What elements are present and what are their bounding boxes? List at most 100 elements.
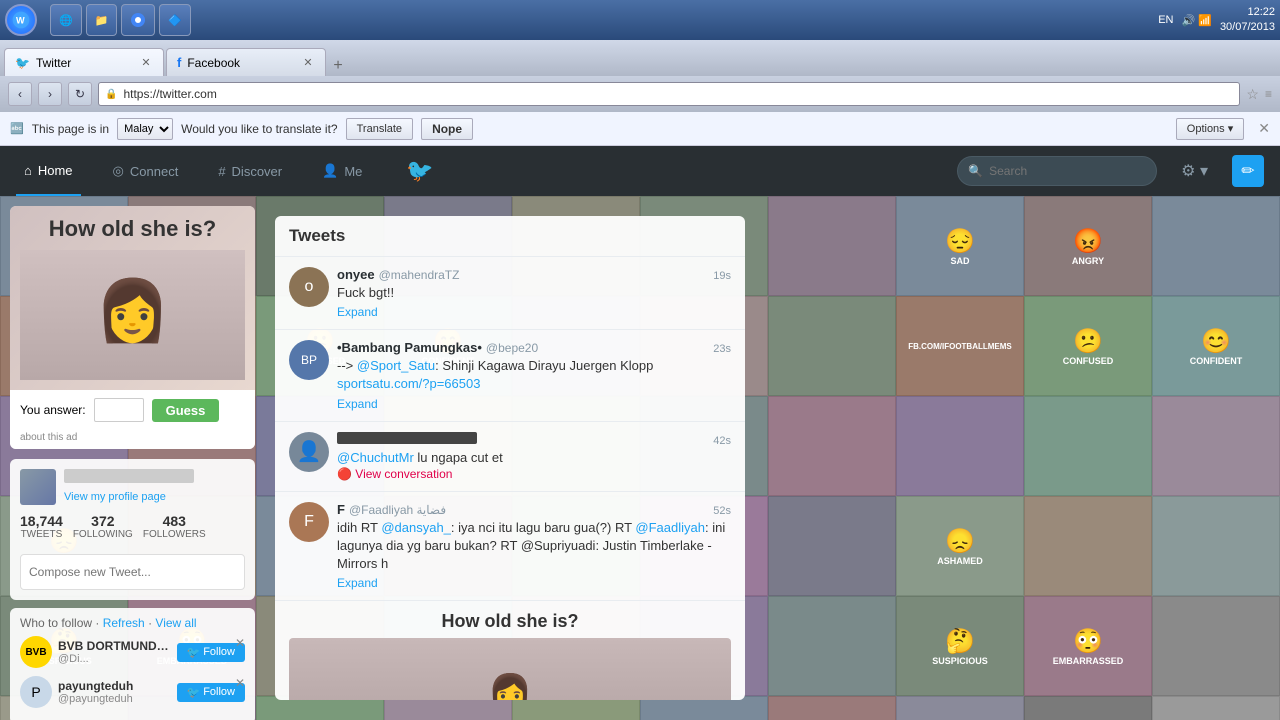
bvb-name: BVB DORTMUND BANDUNG (58, 639, 171, 653)
address-bar[interactable]: 🔒 https://twitter.com (98, 82, 1240, 106)
ad-person-image: 👩 (20, 250, 245, 380)
tweet-2-header: •Bambang Pamungkas• @bepe20 23s (337, 340, 731, 355)
twitter-tab-close[interactable]: ✕ (139, 56, 153, 70)
translate-button[interactable]: Translate (346, 118, 413, 140)
page-layout: How old she is? 👩 You answer: Guess abou… (0, 196, 1280, 720)
forward-button[interactable]: › (38, 82, 62, 106)
refresh-suggestions-link[interactable]: Refresh (103, 616, 145, 630)
settings-icon[interactable]: ≡ (1265, 87, 1272, 101)
guess-button[interactable]: Guess (152, 399, 220, 422)
blurred-avatar: 👤 (289, 432, 329, 472)
nav-me[interactable]: 👤 Me (314, 146, 370, 196)
tweet-item: 👤 42s @ChuchutMr lu ngapa cut et 🔴 View … (275, 422, 745, 492)
refresh-button[interactable]: ↻ (68, 82, 92, 106)
tweet-2-name: •Bambang Pamungkas• (337, 340, 482, 355)
clock-time: 12:22 (1220, 5, 1275, 20)
tweet-2-handle: @bepe20 (486, 341, 538, 355)
follow-bird-icon: 🐦 (187, 646, 201, 659)
bvb-info: BVB DORTMUND BANDUNG @Di... (58, 639, 171, 665)
taskbar-lang[interactable]: EN (1158, 14, 1173, 26)
tab-facebook[interactable]: f Facebook ✕ (166, 48, 326, 76)
taskbar-right: EN 🔊 📶 12:22 30/07/2013 (1158, 5, 1275, 36)
bepe-avatar: BP (289, 340, 329, 380)
options-button[interactable]: Options ▾ (1176, 118, 1245, 140)
sport-satu-mention[interactable]: @Sport_Satu (357, 358, 435, 373)
nav-connect[interactable]: ◎ Connect (105, 146, 187, 196)
view-all-suggestions-link[interactable]: View all (155, 616, 196, 630)
translate-prefix: 🔤 (10, 122, 24, 135)
twitter-bird-logo: 🐦 (406, 158, 433, 184)
tweet-item: o onyee @mahendraTZ 19s Fuck bgt!! Expan… (275, 257, 745, 330)
extra-taskbar-btn[interactable]: 🔷 (159, 4, 191, 36)
nav-discover[interactable]: # Discover (210, 146, 290, 196)
tweet-3-body: 42s @ChuchutMr lu ngapa cut et 🔴 View co… (337, 432, 731, 481)
translate-language-select[interactable]: Malay (117, 118, 173, 140)
translate-prompt: Would you like to translate it? (181, 122, 338, 136)
payung-name: payungteduh (58, 679, 171, 693)
faadliyah-mention[interactable]: @Faadliyah (635, 520, 705, 535)
tweet-2-expand[interactable]: Expand (337, 397, 731, 411)
bookmark-star-icon[interactable]: ☆ (1246, 86, 1259, 103)
taskbar: W 🌐 📁 🔷 EN 🔊 📶 12:22 30/07/2013 (0, 0, 1280, 40)
tweets-panel: Tweets o onyee @mahendraTZ 19s Fuck bgt!… (275, 216, 745, 700)
view-profile-link[interactable]: View my profile page (64, 491, 166, 503)
tab-twitter[interactable]: 🐦 Twitter ✕ (4, 48, 164, 76)
new-tab-button[interactable]: + (328, 56, 348, 76)
follow-suggestion-payung: P payungteduh @payungteduh 🐦 Follow ✕ (20, 676, 245, 708)
tweets-header: Tweets (275, 216, 745, 257)
sport-satu-link[interactable]: sportsatu.com/?p=66503 (337, 376, 480, 391)
payung-info: payungteduh @payungteduh (58, 679, 171, 705)
tweets-stat: 18,744 TWEETS (20, 513, 63, 540)
bvb-handle: @Di... (58, 653, 171, 665)
twitter-header: ⌂ Home ◎ Connect # Discover 👤 Me 🐦 🔍 ⚙ ▾ (0, 146, 1280, 196)
tweet-1-handle: @mahendraTZ (379, 268, 460, 282)
follow-bird-icon-2: 🐦 (187, 686, 201, 699)
chrome-taskbar-btn[interactable] (121, 4, 155, 36)
ad-card: How old she is? 👩 You answer: Guess abou… (10, 206, 255, 449)
facebook-tab-label: Facebook (187, 56, 240, 70)
compose-tweet-button[interactable]: ✏ (1232, 155, 1264, 187)
translate-bar: 🔤 This page is in Malay Would you like t… (0, 112, 1280, 146)
nope-button[interactable]: Nope (421, 118, 473, 140)
search-box[interactable]: 🔍 (957, 156, 1157, 186)
dansyah-mention[interactable]: @dansyah_ (381, 520, 451, 535)
dismiss-bvb-button[interactable]: ✕ (235, 636, 245, 650)
compose-tweet-input[interactable] (20, 554, 245, 590)
age-answer-input[interactable] (94, 398, 144, 422)
answer-label: You answer: (20, 403, 86, 417)
onyee-avatar: o (289, 267, 329, 307)
back-button[interactable]: ‹ (8, 82, 32, 106)
view-conversation-link[interactable]: View conversation (355, 467, 452, 481)
ie-taskbar-btn[interactable]: 🌐 (50, 4, 82, 36)
who-to-follow-panel: Who to follow · Refresh · View all BVB B… (10, 608, 255, 720)
explorer-taskbar-btn[interactable]: 📁 (86, 4, 118, 36)
profile-avatar (20, 469, 56, 505)
translate-close-button[interactable]: ✕ (1258, 120, 1270, 137)
chuchutmr-mention[interactable]: @ChuchutMr (337, 450, 414, 465)
taskbar-clock: 12:22 30/07/2013 (1220, 5, 1275, 36)
tweet-1-name: onyee (337, 267, 375, 282)
facebook-tab-icon: f (177, 55, 181, 70)
tweet-1-header: onyee @mahendraTZ 19s (337, 267, 731, 282)
connect-icon: ◎ (113, 163, 124, 179)
tweet-4-time: 52s (713, 505, 731, 517)
settings-gear-icon[interactable]: ⚙ ▾ (1181, 161, 1208, 181)
address-text: https://twitter.com (123, 87, 216, 101)
dismiss-payung-button[interactable]: ✕ (235, 676, 245, 690)
facebook-tab-close[interactable]: ✕ (301, 56, 315, 70)
tweet-item: BP •Bambang Pamungkas• @bepe20 23s --> @… (275, 330, 745, 421)
me-icon: 👤 (322, 163, 338, 179)
search-input[interactable] (989, 164, 1129, 178)
ad-title: How old she is? (49, 216, 216, 242)
tweet-1-expand[interactable]: Expand (337, 305, 731, 319)
tweet-4-expand[interactable]: Expand (337, 576, 731, 590)
address-lock-icon: 🔒 (105, 89, 117, 100)
tweet-3-blurred-name (337, 432, 477, 444)
tweet-4-text: idih RT @dansyah_: iya nci itu lagu baru… (337, 519, 731, 574)
home-icon: ⌂ (24, 163, 32, 178)
nav-home[interactable]: ⌂ Home (16, 146, 81, 196)
start-button[interactable]: W (5, 4, 37, 36)
tweet-ad-image: 👩 (289, 638, 731, 700)
twitter-page: ⌂ Home ◎ Connect # Discover 👤 Me 🐦 🔍 ⚙ ▾ (0, 146, 1280, 720)
tweet-3-text: @ChuchutMr lu ngapa cut et (337, 449, 731, 467)
